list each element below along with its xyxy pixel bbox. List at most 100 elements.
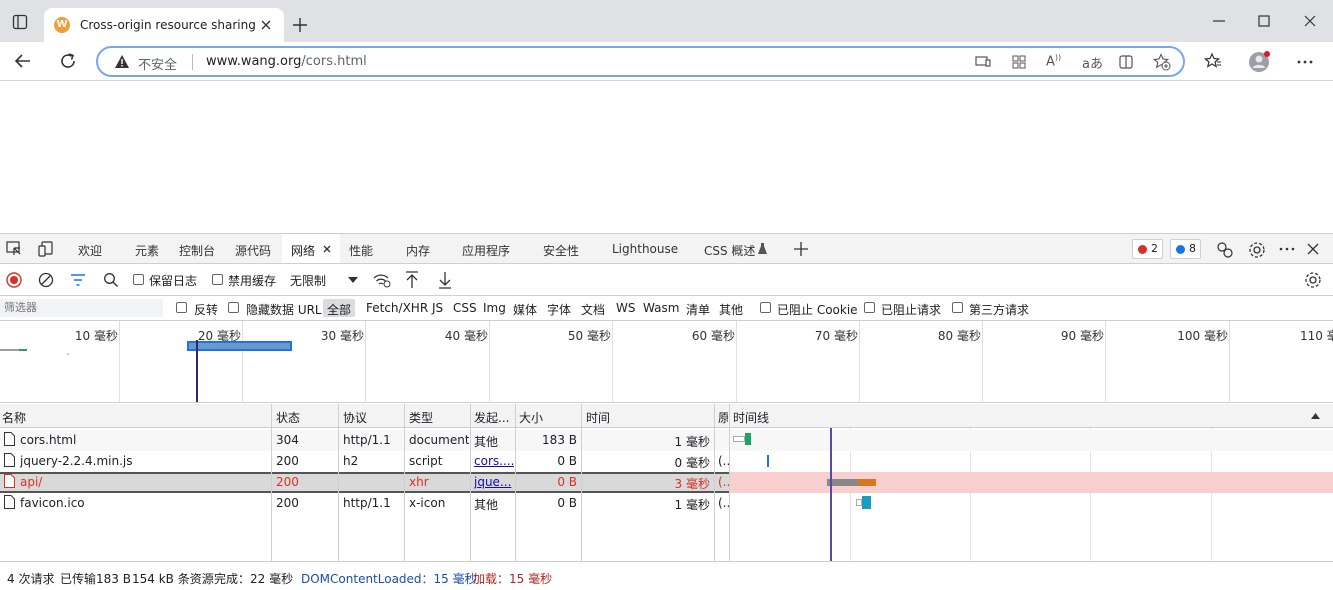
maximize-icon[interactable] bbox=[1257, 14, 1271, 28]
close-tab-icon[interactable] bbox=[258, 17, 274, 33]
third-party-checkbox[interactable] bbox=[952, 302, 963, 313]
tab-console[interactable]: 控制台 bbox=[179, 242, 215, 259]
filter-icon[interactable] bbox=[70, 273, 86, 287]
warning-icon[interactable] bbox=[114, 54, 130, 70]
tab-lighthouse[interactable]: Lighthouse bbox=[612, 242, 678, 256]
new-tab-icon[interactable] bbox=[292, 17, 308, 33]
column-header-extra[interactable]: 原 bbox=[718, 409, 728, 426]
settings-gear-icon[interactable] bbox=[1248, 241, 1266, 259]
browser-tab[interactable]: W Cross-origin resource sharing bbox=[44, 8, 284, 42]
summary-requests: 4 次请求 bbox=[7, 572, 55, 586]
column-separator[interactable] bbox=[714, 404, 715, 561]
request-initiator-link[interactable]: jque... bbox=[474, 475, 514, 489]
back-icon[interactable] bbox=[14, 52, 32, 70]
column-header-protocol[interactable]: 协议 bbox=[343, 409, 367, 426]
type-filter-media[interactable]: 媒体 bbox=[513, 301, 537, 318]
more-menu-icon[interactable] bbox=[1297, 59, 1313, 65]
type-filter-manifest[interactable]: 清单 bbox=[686, 301, 710, 318]
tab-css-overview[interactable]: CSS 概述 bbox=[704, 242, 755, 259]
type-filter-ws[interactable]: WS bbox=[616, 301, 635, 315]
column-header-time[interactable]: 时间 bbox=[586, 409, 610, 426]
tab-security[interactable]: 安全性 bbox=[543, 242, 579, 259]
address-divider bbox=[192, 54, 193, 70]
disable-cache-checkbox[interactable] bbox=[212, 274, 223, 285]
read-aloud-icon[interactable]: A)) bbox=[1046, 53, 1061, 69]
hide-data-urls-checkbox[interactable] bbox=[228, 302, 239, 313]
type-filter-wasm[interactable]: Wasm bbox=[643, 301, 679, 315]
invert-checkbox[interactable] bbox=[176, 302, 187, 313]
column-header-type[interactable]: 类型 bbox=[409, 409, 433, 426]
type-filter-fetch-xhr[interactable]: Fetch/XHR bbox=[366, 301, 428, 315]
column-header-initiator[interactable]: 发起... bbox=[474, 409, 509, 426]
type-filter-doc[interactable]: 文档 bbox=[581, 301, 605, 318]
column-header-name[interactable]: 名称 bbox=[2, 409, 26, 426]
split-screen-icon[interactable] bbox=[1118, 54, 1134, 70]
devtools-more-icon[interactable] bbox=[1279, 247, 1295, 251]
tab-actions-icon[interactable] bbox=[12, 14, 28, 30]
column-separator[interactable] bbox=[470, 404, 471, 561]
tab-memory[interactable]: 内存 bbox=[406, 242, 430, 259]
column-separator[interactable] bbox=[581, 404, 582, 561]
type-filter-all[interactable]: 全部 bbox=[327, 301, 351, 318]
address-bar[interactable]: 不安全 www.wang.org/cors.html A)) aあ bbox=[96, 46, 1185, 77]
blocked-requests-checkbox[interactable] bbox=[864, 302, 875, 313]
errors-count: 2 bbox=[1151, 242, 1158, 255]
table-row[interactable]: cors.html 304 http/1.1 document 其他 183 B… bbox=[0, 430, 1333, 451]
network-settings-gear-icon[interactable] bbox=[1304, 271, 1322, 289]
network-overview[interactable]: 10 毫秒 20 毫秒 30 毫秒 40 毫秒 50 毫秒 60 毫秒 70 毫… bbox=[0, 321, 1333, 403]
refresh-icon[interactable] bbox=[59, 52, 77, 70]
network-conditions-icon[interactable] bbox=[373, 272, 391, 288]
filter-input[interactable]: 筛选器 bbox=[0, 299, 163, 317]
column-header-status[interactable]: 状态 bbox=[276, 409, 300, 426]
profile-avatar[interactable] bbox=[1248, 50, 1272, 74]
more-tools-plus-icon[interactable] bbox=[793, 241, 809, 257]
table-row[interactable]: jquery-2.2.4.min.js 200 h2 script cors..… bbox=[0, 451, 1333, 472]
messages-badge[interactable]: 8 bbox=[1170, 239, 1201, 259]
close-devtools-icon[interactable] bbox=[1306, 242, 1320, 256]
device-emulation-icon[interactable] bbox=[38, 241, 54, 257]
export-har-icon[interactable] bbox=[438, 271, 452, 289]
search-icon[interactable] bbox=[103, 272, 119, 288]
customize-icon[interactable] bbox=[1216, 241, 1234, 259]
apps-icon[interactable] bbox=[1011, 54, 1027, 70]
tab-network[interactable]: 网络 bbox=[291, 242, 315, 259]
window-close-icon[interactable] bbox=[1303, 14, 1317, 28]
tab-elements[interactable]: 元素 bbox=[135, 242, 159, 259]
url-text[interactable]: www.wang.org/cors.html bbox=[206, 54, 367, 69]
translate-icon[interactable]: aあ bbox=[1082, 53, 1103, 72]
preserve-log-checkbox[interactable] bbox=[133, 274, 144, 285]
throttling-select[interactable]: 无限制 bbox=[284, 271, 362, 289]
type-filter-js[interactable]: JS bbox=[432, 301, 443, 315]
type-filter-font[interactable]: 字体 bbox=[547, 301, 571, 318]
request-initiator-link[interactable]: cors.... bbox=[474, 454, 514, 468]
add-favorite-icon[interactable] bbox=[1153, 53, 1171, 71]
column-separator[interactable] bbox=[338, 404, 339, 561]
type-filter-other[interactable]: 其他 bbox=[719, 301, 743, 318]
tab-performance[interactable]: 性能 bbox=[349, 242, 373, 259]
column-separator[interactable] bbox=[271, 404, 272, 561]
column-separator[interactable] bbox=[515, 404, 516, 561]
cast-icon[interactable] bbox=[974, 54, 992, 70]
errors-badge[interactable]: 2 bbox=[1132, 239, 1163, 259]
inspect-element-icon[interactable] bbox=[6, 241, 22, 257]
tab-welcome[interactable]: 欢迎 bbox=[78, 242, 102, 259]
type-filter-css[interactable]: CSS bbox=[453, 301, 477, 315]
column-header-waterfall[interactable]: 时间线 bbox=[733, 409, 769, 426]
tab-application[interactable]: 应用程序 bbox=[462, 242, 510, 259]
column-header-size[interactable]: 大小 bbox=[519, 409, 543, 426]
minimize-icon[interactable] bbox=[1212, 14, 1226, 28]
request-initiator: 其他 bbox=[474, 498, 499, 512]
column-separator[interactable] bbox=[404, 404, 405, 561]
blocked-cookies-checkbox[interactable] bbox=[760, 302, 771, 313]
import-har-icon[interactable] bbox=[405, 271, 419, 289]
table-row[interactable]: favicon.ico 200 http/1.1 x-icon 其他 0 B 1… bbox=[0, 493, 1333, 514]
favorites-icon[interactable] bbox=[1204, 52, 1222, 70]
tab-sources[interactable]: 源代码 bbox=[235, 242, 271, 259]
record-icon[interactable] bbox=[6, 272, 22, 288]
column-separator[interactable] bbox=[729, 404, 730, 561]
type-filter-img[interactable]: Img bbox=[483, 301, 506, 315]
close-network-tab-icon[interactable] bbox=[322, 244, 332, 254]
summary-finish: 完成：22 毫秒 bbox=[214, 572, 294, 586]
table-row-selected[interactable]: api/ 200 xhr jque... 0 B 3 毫秒 (... bbox=[0, 472, 729, 493]
clear-icon[interactable] bbox=[38, 272, 54, 288]
